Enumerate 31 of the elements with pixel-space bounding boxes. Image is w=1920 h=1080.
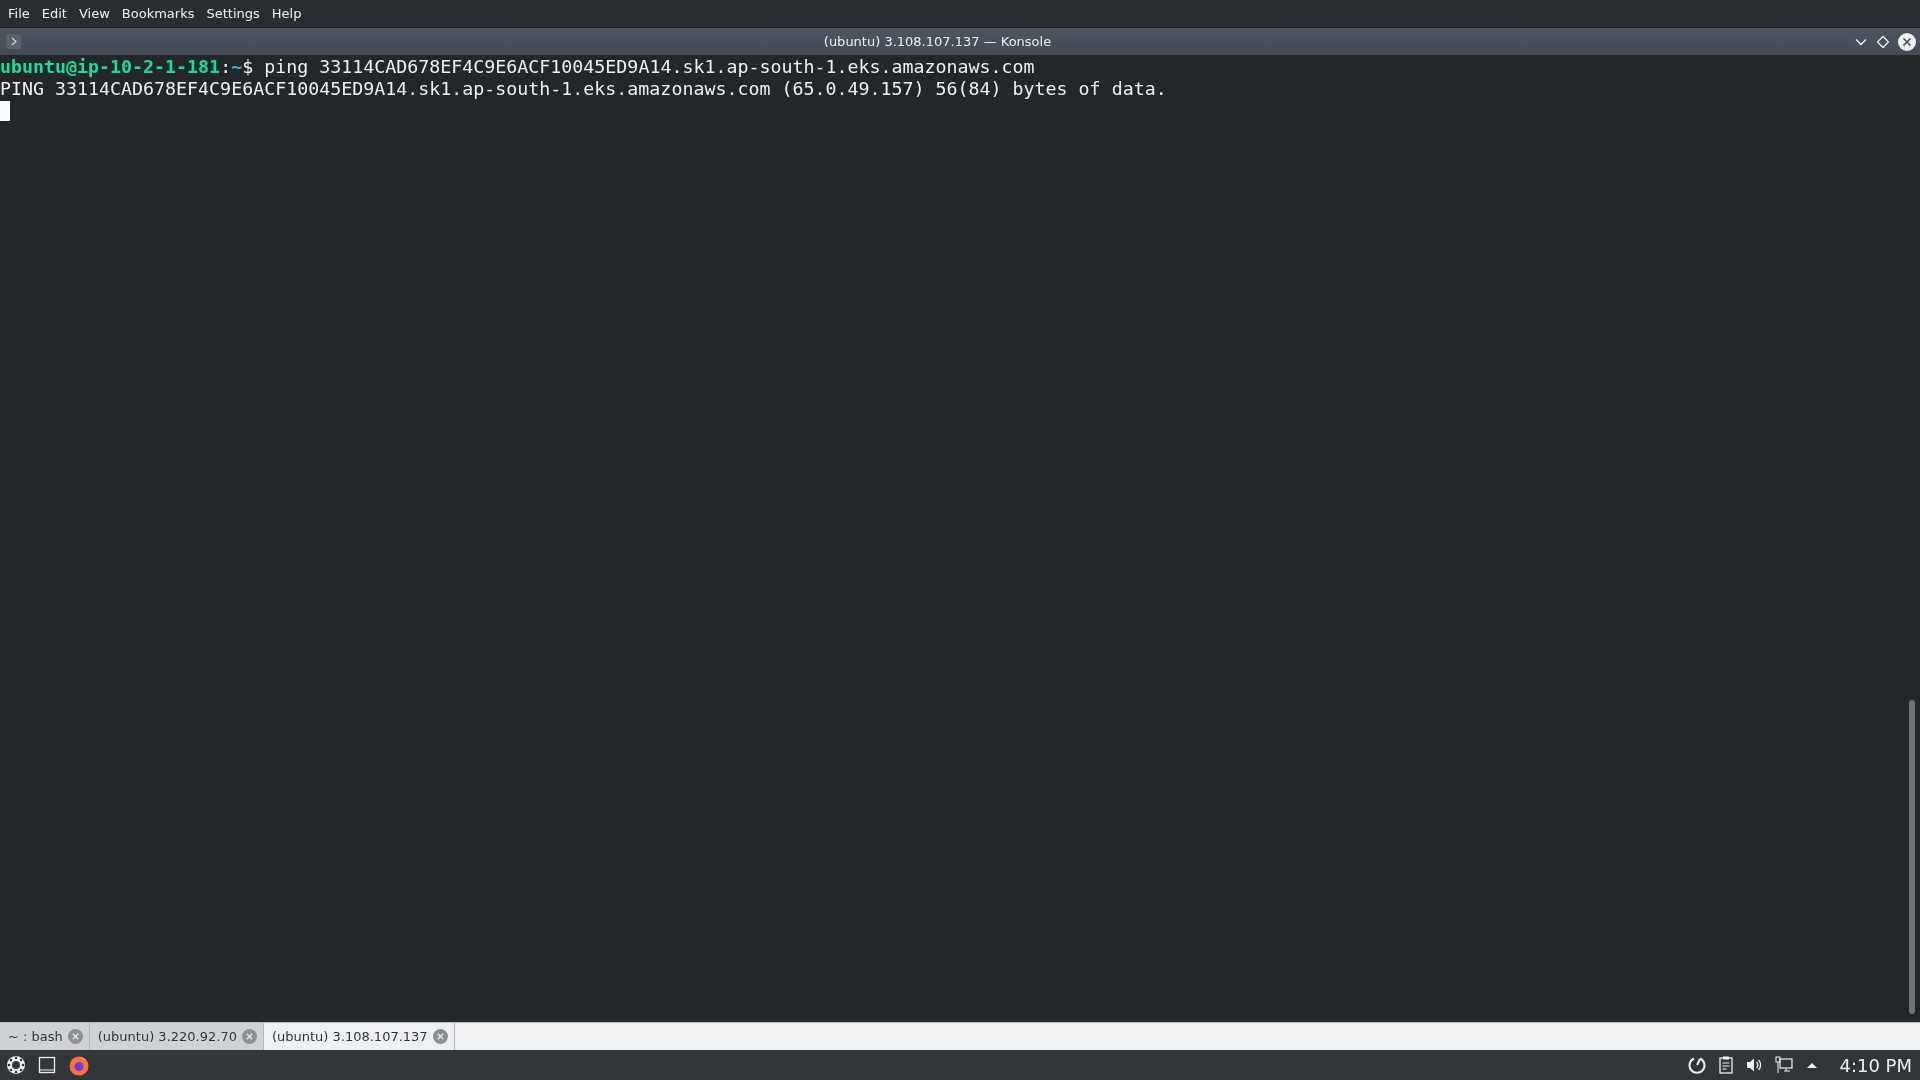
window-title: (ubuntu) 3.108.107.137 — Konsole [822, 34, 1053, 49]
prompt-path: ~ [231, 56, 243, 78]
text-cursor [0, 101, 10, 121]
maximize-icon[interactable] [1876, 34, 1890, 49]
menu-item[interactable]: File [2, 3, 36, 24]
menu-item[interactable]: View [72, 3, 116, 24]
output-text: PING 33114CAD678EF4C9E6ACF10045ED9A14.sk1.ap-south-1.eks.amazonaws.com (65.0.49.157) 56(84) bytes of data. [0, 78, 1167, 100]
app-menu-icon[interactable] [6, 34, 21, 49]
menu-item[interactable]: Edit [35, 3, 73, 24]
close-icon[interactable] [1898, 32, 1916, 51]
close-tab-icon[interactable] [67, 1029, 83, 1044]
volume-icon[interactable] [1745, 1056, 1764, 1074]
show-desktop-icon[interactable] [38, 1056, 56, 1074]
terminal-tab[interactable]: ~ : bash [0, 1023, 90, 1050]
menu-item[interactable]: Help [265, 3, 308, 24]
clipboard-icon[interactable] [1719, 1056, 1734, 1074]
prompt-user-host: ubuntu@ip-10-2-1-181 [0, 56, 221, 78]
terminal-tab[interactable]: (ubuntu) 3.220.92.70 [89, 1023, 264, 1050]
menu-item[interactable]: Settings [200, 3, 266, 24]
menu-item[interactable]: Bookmarks [115, 3, 201, 24]
prompt-separator: : [220, 56, 232, 78]
network-icon[interactable] [1775, 1056, 1794, 1074]
command-text: $ ping 33114CAD678EF4C9E6ACF10045ED9A14.sk1.ap-south-1.eks.amazonaws.com [242, 56, 1035, 78]
close-tab-icon[interactable] [241, 1029, 257, 1044]
expand-tray-icon[interactable] [1805, 1060, 1820, 1070]
gauge-icon[interactable] [1687, 1055, 1708, 1075]
scrollbar-handle[interactable] [1909, 700, 1915, 1014]
clock: 4:10 PM [1839, 1054, 1912, 1076]
browser-icon[interactable] [68, 1054, 90, 1076]
application-launcher-icon[interactable] [6, 1055, 26, 1075]
close-tab-icon[interactable] [432, 1029, 448, 1044]
